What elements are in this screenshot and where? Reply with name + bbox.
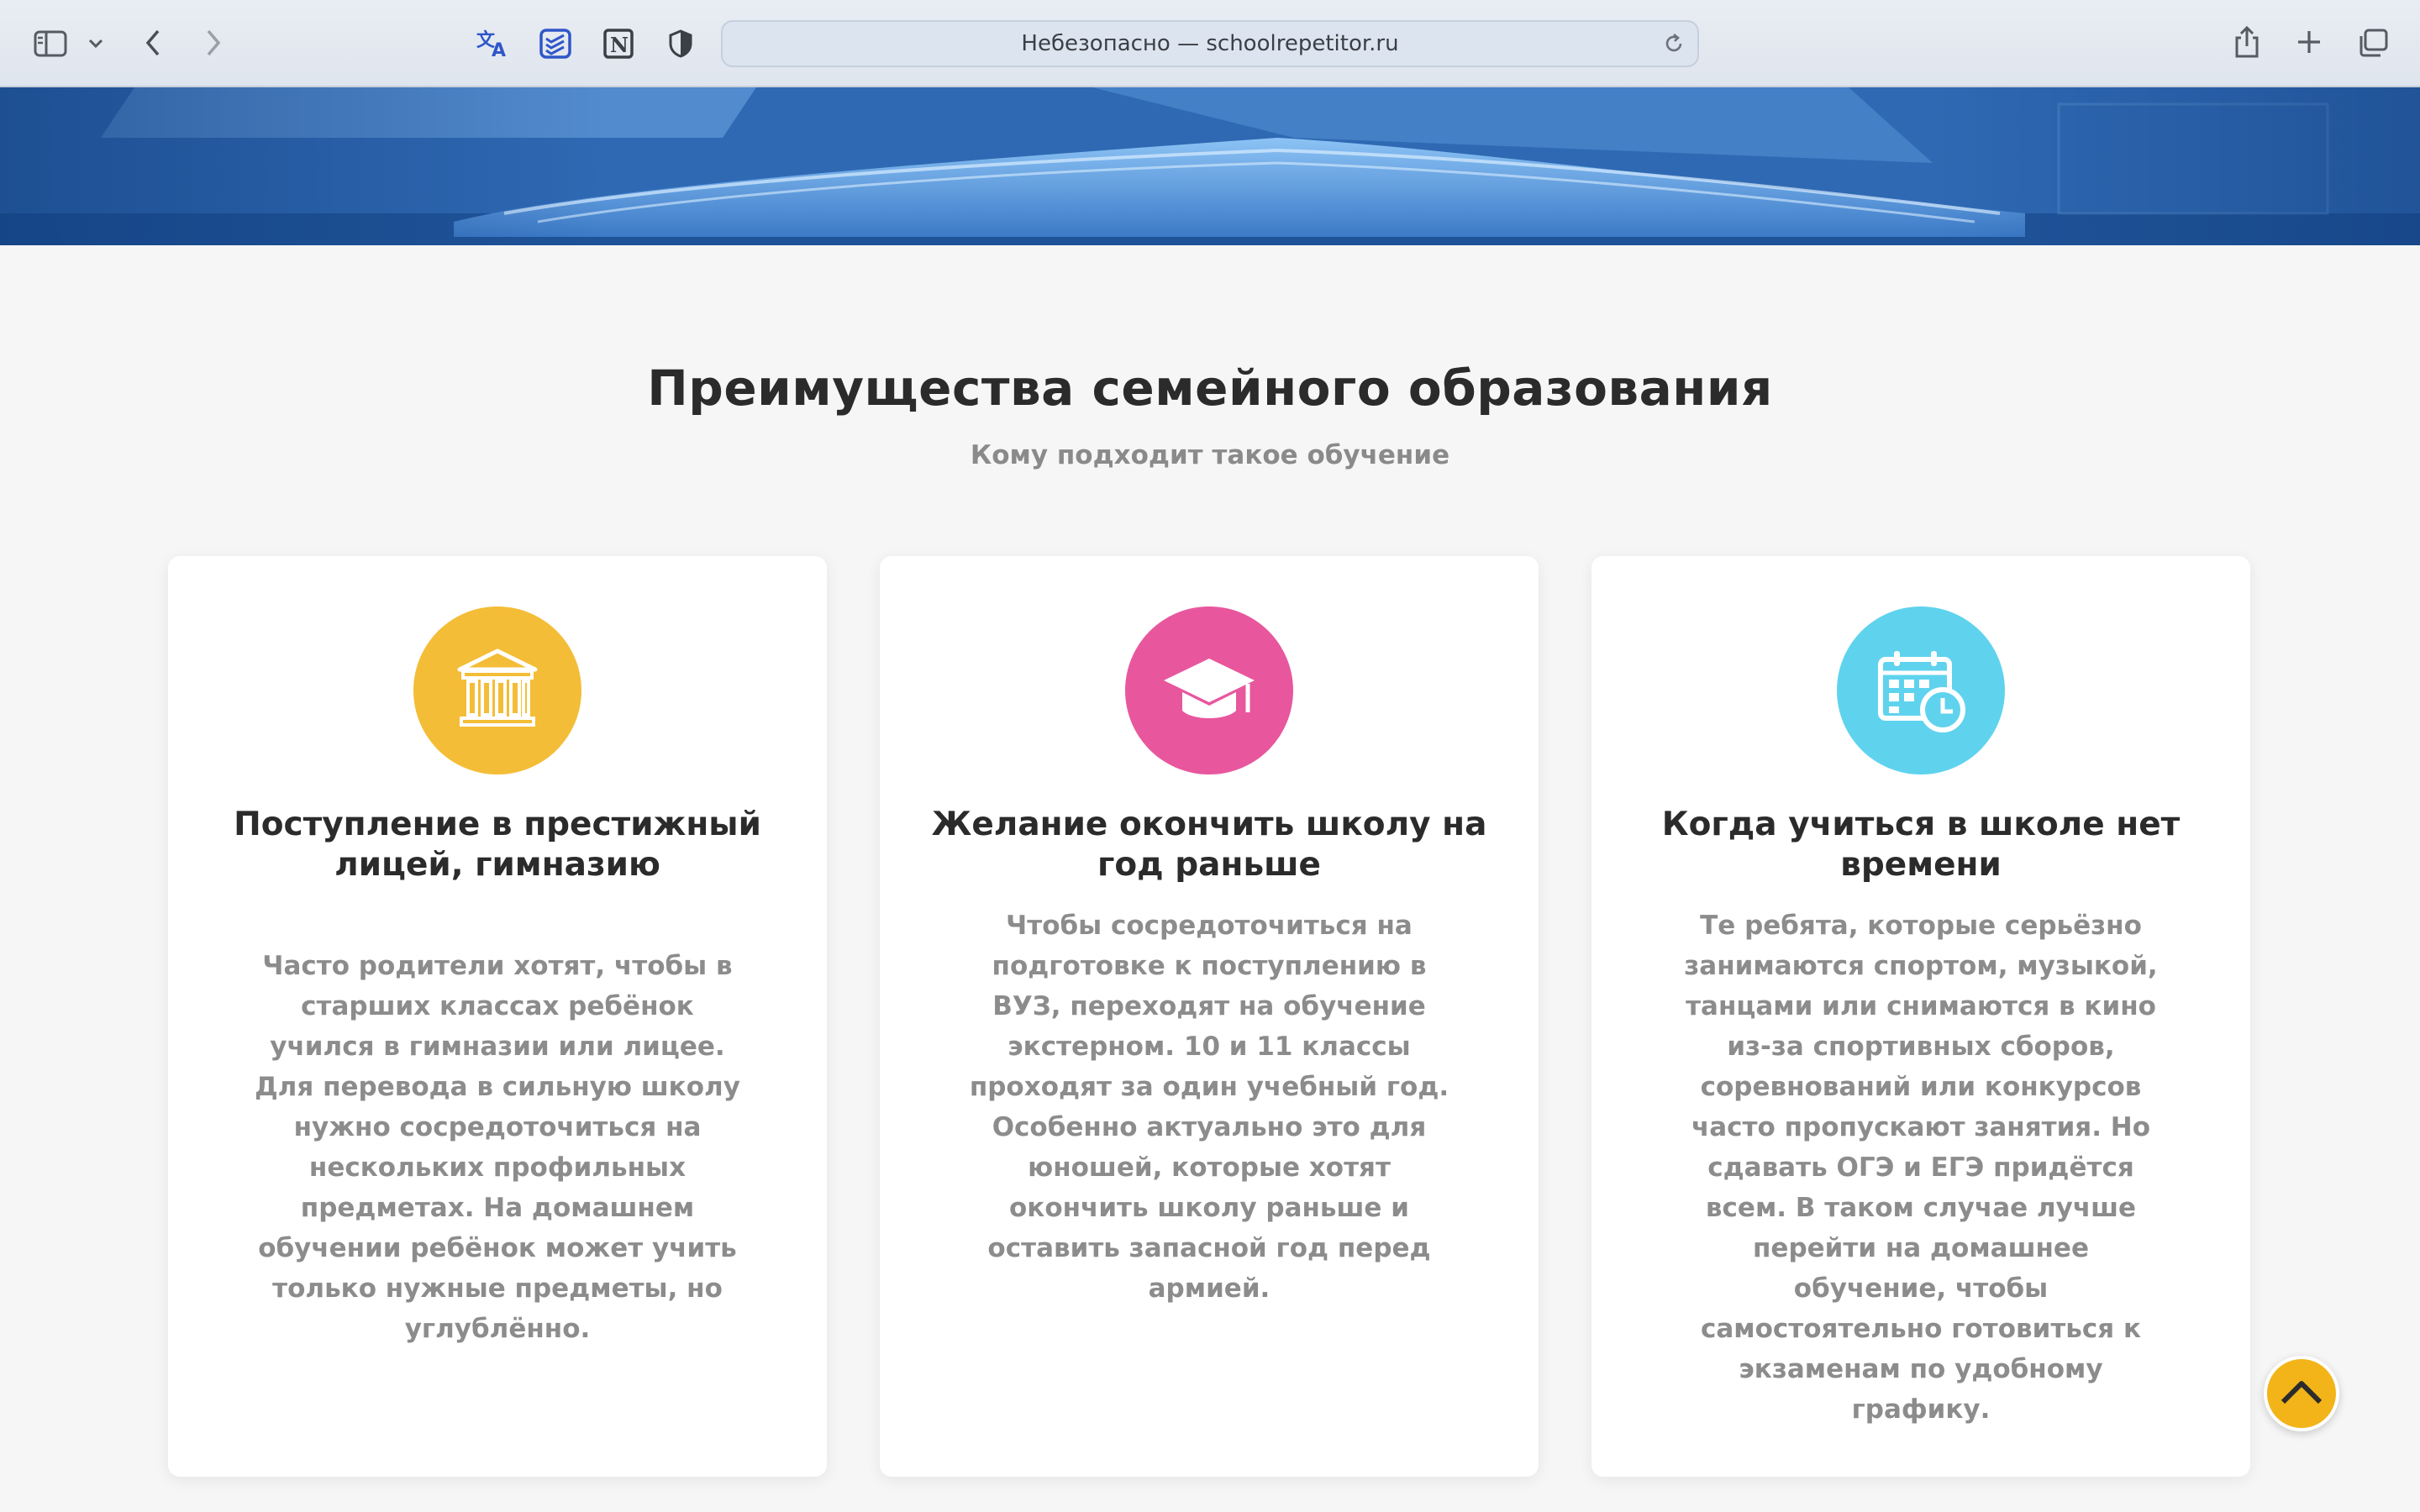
institution-icon [413, 606, 581, 774]
address-bar[interactable]: Небезопасно — schoolrepetitor.ru [721, 20, 1699, 67]
chevron-up-icon [2278, 1377, 2325, 1410]
forward-icon[interactable] [198, 25, 229, 60]
url-text: Небезопасно — schoolrepetitor.ru [1021, 31, 1399, 56]
calendar-clock-icon [1837, 606, 2005, 774]
todoist-icon[interactable] [538, 27, 573, 60]
card-title: Поступление в престижный лицей, гимназию [234, 806, 761, 884]
feature-card: Поступление в престижный лицей, гимназию… [168, 556, 827, 1477]
section-title: Преимущества семейного образования [647, 360, 1773, 417]
chevron-down-icon[interactable] [84, 34, 108, 54]
svg-text:N: N [610, 33, 629, 57]
feature-card: Желание окончить школу на год раньше Что… [880, 556, 1539, 1477]
notion-icon[interactable]: N [602, 27, 635, 60]
plus-icon[interactable] [2294, 27, 2324, 57]
scroll-to-top-button[interactable] [2264, 1356, 2339, 1431]
card-text: Часто родители хотят, чтобы в старших кл… [255, 951, 740, 1344]
graduation-cap-icon [1125, 606, 1293, 774]
browser-toolbar: 文A N Небезопасно — schoolrepetitor.ru [0, 0, 2420, 87]
card-title: Желание окончить школу на год раньше [931, 806, 1487, 884]
tabs-icon[interactable] [2356, 27, 2390, 59]
sidebar-icon[interactable] [32, 29, 69, 59]
hero-banner-image [0, 87, 2420, 245]
card-text: Те ребята, которые серьёзно занимаются с… [1684, 911, 2158, 1425]
share-icon[interactable] [2232, 24, 2262, 60]
translate-icon[interactable]: 文A [474, 27, 511, 60]
reload-icon[interactable] [1662, 32, 1686, 55]
feature-card: Когда учиться в школе нет времени Те реб… [1591, 556, 2250, 1477]
back-icon[interactable] [138, 25, 168, 60]
privacy-shield-icon[interactable] [666, 27, 696, 60]
section-subtitle: Кому подходит такое обучение [970, 440, 1450, 470]
card-title: Когда учиться в школе нет времени [1661, 806, 2181, 884]
card-text: Чтобы сосредоточиться на подготовке к по… [969, 911, 1449, 1304]
svg-text:A: A [492, 40, 506, 60]
